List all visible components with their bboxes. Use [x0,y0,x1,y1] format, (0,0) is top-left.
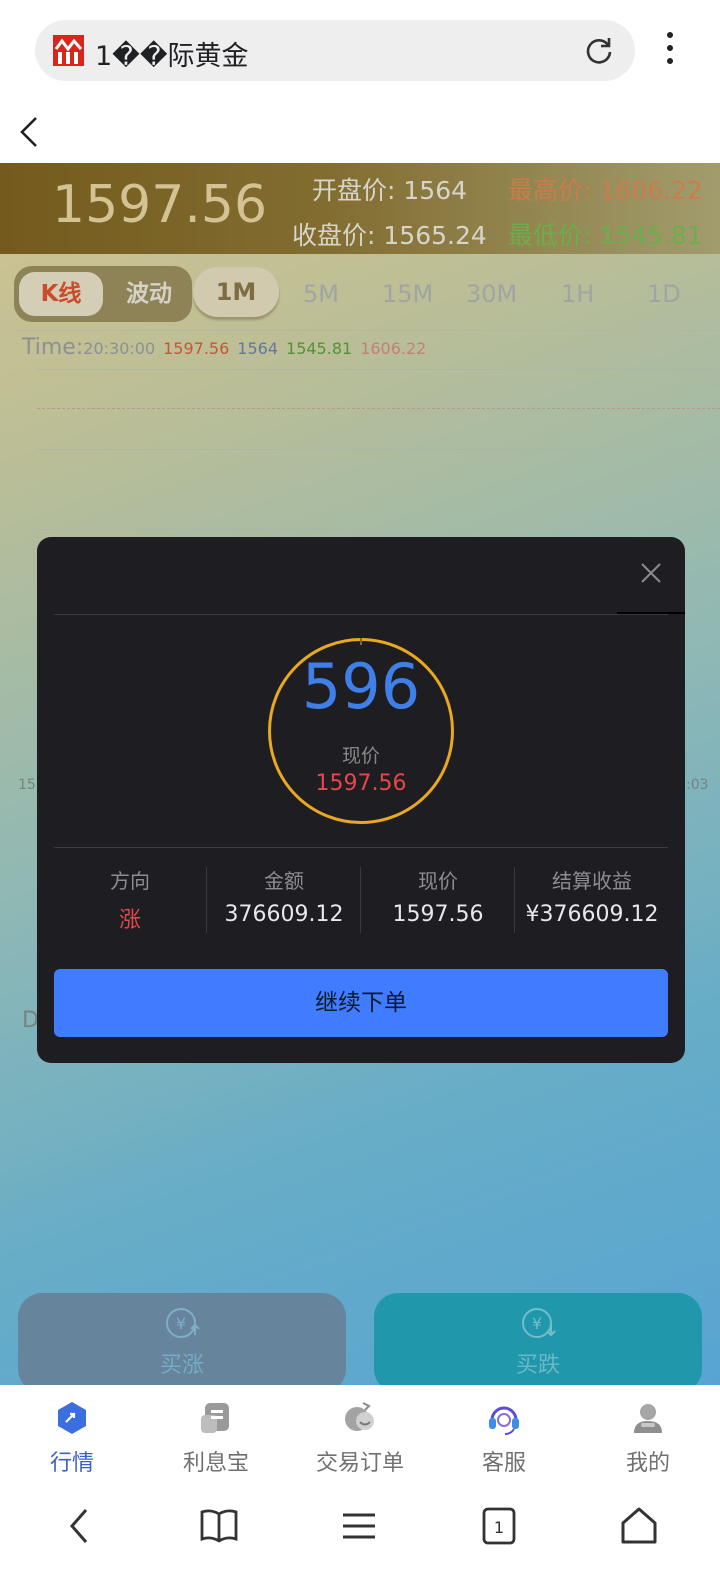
tab-count-icon[interactable]: 1 [479,1506,519,1546]
stat-direction: 方向 涨 [53,865,207,934]
stat-amount: 金额 376609.12 [207,865,361,927]
countdown-number: 596 [301,650,421,723]
stat-label: 现价 [418,869,458,893]
price-value: 1597.56 [315,771,407,796]
headset-icon [489,1406,519,1435]
divider [54,614,668,615]
price-label: 现价 [341,745,380,767]
tab-label: 利息宝 [182,1451,249,1476]
divider [617,612,685,614]
tab-service[interactable]: 客服 [432,1401,576,1477]
stat-value: 涨 [118,908,141,933]
stat-label: 方向 [110,869,150,893]
orders-icon [345,1402,374,1431]
wallet-icon [201,1403,229,1433]
bottom-tab-bar: 行情 利息宝 交易订单 客服 我的 [0,1385,720,1483]
address-bar[interactable]: 1��际黄金 [35,20,635,81]
stat-current-price: 现价 1597.56 [361,865,515,927]
nav-back-icon[interactable] [60,1506,100,1546]
tab-label: 交易订单 [315,1451,404,1476]
market-icon [58,1402,86,1434]
tab-orders[interactable]: 交易订单 [288,1401,432,1477]
more-vert-icon[interactable] [658,32,682,72]
continue-order-button[interactable]: 继续下单 [54,969,668,1037]
tab-label: 我的 [625,1451,670,1476]
site-favicon-icon [53,35,84,66]
stat-value: 1597.56 [392,902,484,927]
svg-text:1: 1 [494,1518,504,1537]
stat-value: ¥376609.12 [525,902,659,927]
stat-settlement: 结算收益 ¥376609.12 [515,865,669,927]
chevron-left-icon[interactable] [14,114,46,150]
book-icon[interactable] [199,1506,239,1546]
order-result-modal: 596 现价 1597.56 方向 涨 金额 376609.12 现价 1597… [37,537,685,1063]
tab-profile[interactable]: 我的 [576,1401,720,1477]
reload-icon[interactable] [583,34,615,66]
stat-value: 376609.12 [224,902,344,927]
home-icon[interactable] [619,1506,659,1546]
divider [54,847,668,848]
hamburger-menu-icon[interactable] [339,1506,379,1546]
url-text[interactable]: 1��际黄金 [95,34,249,73]
tab-market[interactable]: 行情 [0,1401,144,1477]
stat-label: 结算收益 [552,869,632,893]
ring-tick [360,638,362,645]
system-navigation-bar: 1 [0,1483,720,1571]
stat-label: 金额 [264,869,304,893]
tab-label: 行情 [49,1451,94,1476]
tab-label: 客服 [481,1451,526,1476]
profile-icon [634,1404,662,1433]
close-icon[interactable] [638,560,664,586]
tab-interest[interactable]: 利息宝 [144,1401,288,1477]
